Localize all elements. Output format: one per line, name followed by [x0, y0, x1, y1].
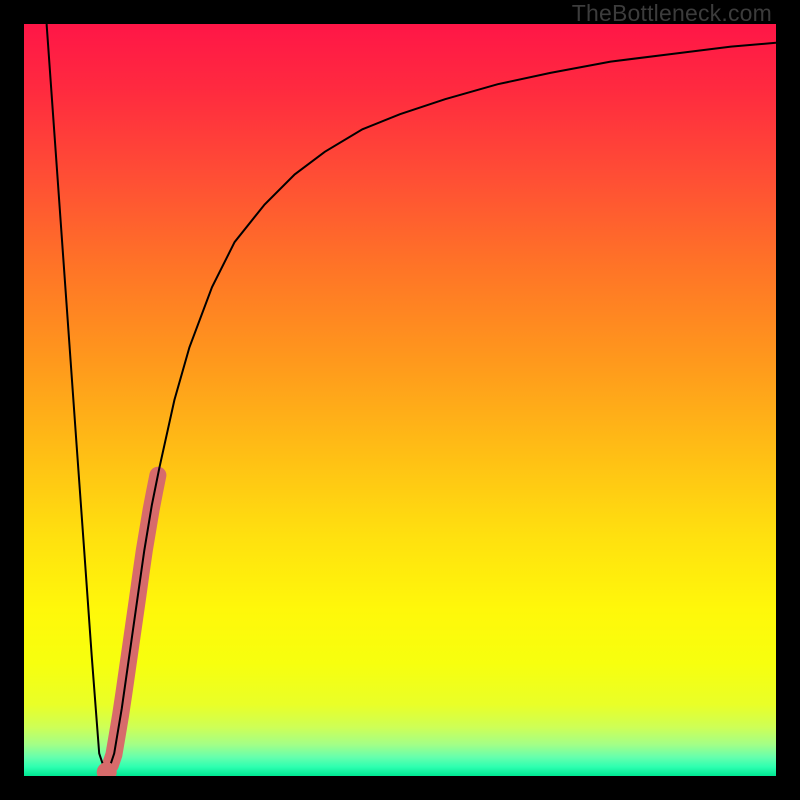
- chart-svg: [24, 24, 776, 776]
- gradient-background: [24, 24, 776, 776]
- watermark-text: TheBottleneck.com: [572, 0, 772, 27]
- chart-frame: TheBottleneck.com: [0, 0, 800, 800]
- plot-area: [24, 24, 776, 776]
